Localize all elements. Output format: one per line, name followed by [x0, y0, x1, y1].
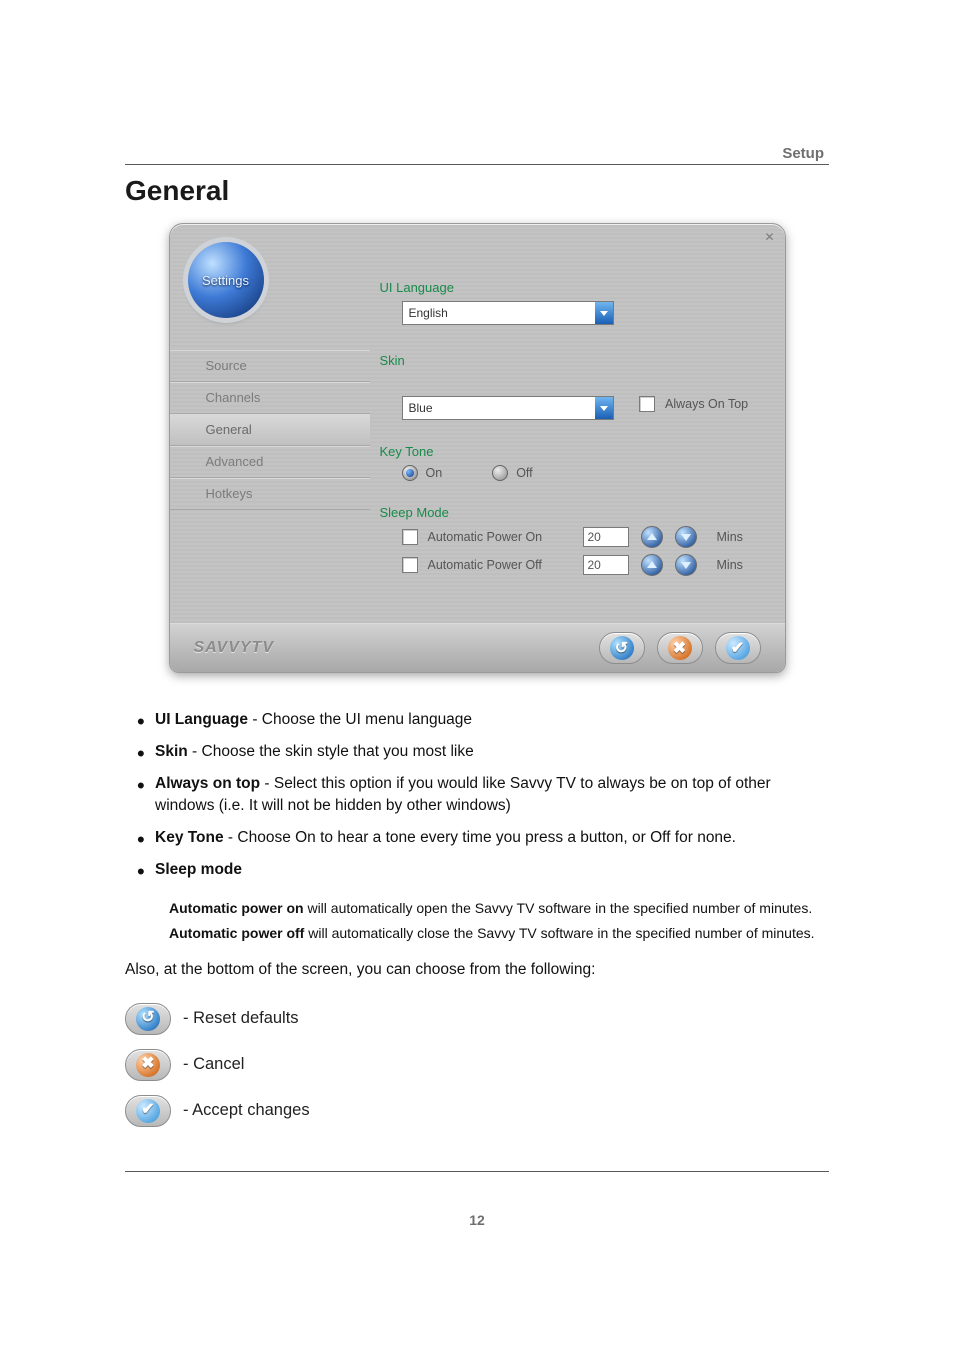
arrow-up-icon[interactable]	[641, 554, 663, 576]
bullet-term: Always on top	[155, 775, 260, 792]
bullet-list: UI Language - Choose the UI menu languag…	[125, 709, 829, 881]
sleep-row-power-on: Automatic Power On 20 Mins	[402, 526, 755, 548]
cancel-button[interactable]: ✖	[125, 1049, 171, 1081]
auto-power-on-checkbox[interactable]: Automatic Power On	[402, 529, 573, 545]
check-icon: ✔	[726, 636, 750, 660]
checkbox-icon	[402, 557, 418, 573]
legend-cancel: ✖ - Cancel	[125, 1049, 829, 1081]
key-tone-on-label: On	[426, 466, 443, 480]
ui-language-label: UI Language	[380, 280, 755, 295]
checkbox-icon	[402, 529, 418, 545]
settings-sidebar: Source Channels General Advanced Hotkeys	[170, 350, 370, 510]
bullet-term: Skin	[155, 743, 188, 760]
arrow-up-icon[interactable]	[641, 526, 663, 548]
auto-power-on-unit: Mins	[717, 530, 743, 544]
article-body: UI Language - Choose the UI menu languag…	[125, 709, 829, 1127]
key-tone-off-radio[interactable]: Off	[492, 465, 532, 481]
reset-icon: ↺	[136, 1007, 160, 1031]
close-icon[interactable]: ✕	[764, 230, 774, 244]
radio-icon	[402, 465, 418, 481]
settings-main: UI Language English Skin Blue Always On …	[380, 274, 755, 612]
auto-power-off-checkbox[interactable]: Automatic Power Off	[402, 557, 573, 573]
chevron-down-icon[interactable]	[595, 397, 613, 419]
bullet-skin: Skin - Choose the skin style that you mo…	[125, 741, 829, 763]
bullet-term: Key Tone	[155, 829, 224, 846]
page-title: General	[125, 175, 829, 207]
legend-reset: ↺ - Reset defaults	[125, 1003, 829, 1035]
bullet-desc: - Choose the skin style that you most li…	[188, 743, 474, 760]
skin-value: Blue	[403, 401, 433, 415]
legend-accept: ✔ - Accept changes	[125, 1095, 829, 1127]
footer-rule	[125, 1171, 829, 1172]
sub-term: Automatic power off	[169, 925, 304, 941]
key-tone-on-radio[interactable]: On	[402, 465, 443, 481]
brand-logo: SAVVYTV	[194, 639, 275, 657]
sub-auto-power-on: Automatic power on will automatically op…	[169, 899, 829, 918]
accept-button[interactable]: ✔	[715, 632, 761, 664]
sidebar-item-advanced[interactable]: Advanced	[170, 446, 370, 478]
bullet-desc: - Choose the UI menu language	[248, 711, 472, 728]
sub-desc: will automatically close the Savvy TV so…	[304, 925, 814, 941]
bullet-always-on-top: Always on top - Select this option if yo…	[125, 773, 829, 817]
reset-defaults-button[interactable]: ↺	[599, 632, 645, 664]
skin-combo[interactable]: Blue	[402, 396, 614, 420]
sleep-row-power-off: Automatic Power Off 20 Mins	[402, 554, 755, 576]
auto-power-off-unit: Mins	[717, 558, 743, 572]
settings-badge-label: Settings	[202, 273, 249, 288]
checkbox-icon	[639, 396, 655, 412]
sleep-mode-label: Sleep Mode	[380, 505, 755, 520]
key-tone-label: Key Tone	[380, 444, 755, 459]
reset-defaults-button[interactable]: ↺	[125, 1003, 171, 1035]
cancel-button[interactable]: ✖	[657, 632, 703, 664]
always-on-top-checkbox[interactable]: Always On Top	[639, 396, 748, 412]
settings-badge: Settings	[188, 242, 264, 318]
bullet-desc: - Choose On to hear a tone every time yo…	[224, 829, 736, 846]
ui-language-value: English	[403, 306, 448, 320]
sidebar-item-channels[interactable]: Channels	[170, 382, 370, 414]
accept-button[interactable]: ✔	[125, 1095, 171, 1127]
after-text: Also, at the bottom of the screen, you c…	[125, 959, 829, 981]
dialog-bottom-bar: SAVVYTV ↺ ✖ ✔	[170, 623, 785, 672]
arrow-down-icon[interactable]	[675, 526, 697, 548]
arrow-down-icon[interactable]	[675, 554, 697, 576]
auto-power-off-value[interactable]: 20	[583, 555, 629, 575]
radio-icon	[492, 465, 508, 481]
sub-term: Automatic power on	[169, 900, 304, 916]
header-rule	[125, 164, 829, 165]
key-tone-off-label: Off	[516, 466, 532, 480]
bullet-key-tone: Key Tone - Choose On to hear a tone ever…	[125, 827, 829, 849]
sidebar-item-general[interactable]: General	[170, 414, 370, 446]
bullet-term: UI Language	[155, 711, 248, 728]
cancel-icon: ✖	[668, 636, 692, 660]
bullet-term: Sleep mode	[155, 861, 242, 878]
auto-power-on-label: Automatic Power On	[428, 530, 573, 544]
auto-power-off-label: Automatic Power Off	[428, 558, 573, 572]
cancel-icon: ✖	[136, 1053, 160, 1077]
sub-auto-power-off: Automatic power off will automatically c…	[169, 924, 829, 943]
check-icon: ✔	[136, 1099, 160, 1123]
sidebar-item-source[interactable]: Source	[170, 350, 370, 382]
page-number: 12	[125, 1212, 829, 1228]
header-section: Setup	[782, 145, 824, 162]
sub-desc: will automatically open the Savvy TV sof…	[304, 900, 813, 916]
legend-accept-text: - Accept changes	[183, 1099, 310, 1122]
sidebar-item-hotkeys[interactable]: Hotkeys	[170, 478, 370, 510]
skin-label: Skin	[380, 353, 755, 368]
bullet-ui-language: UI Language - Choose the UI menu languag…	[125, 709, 829, 731]
chevron-down-icon[interactable]	[595, 302, 613, 324]
ui-language-combo[interactable]: English	[402, 301, 614, 325]
reset-icon: ↺	[610, 636, 634, 660]
legend-reset-text: - Reset defaults	[183, 1007, 299, 1030]
settings-dialog: ✕ Settings Source Channels General Advan…	[169, 223, 786, 673]
legend-cancel-text: - Cancel	[183, 1053, 244, 1076]
auto-power-on-value[interactable]: 20	[583, 527, 629, 547]
always-on-top-label: Always On Top	[665, 397, 748, 411]
bullet-sleep-mode: Sleep mode	[125, 859, 829, 881]
